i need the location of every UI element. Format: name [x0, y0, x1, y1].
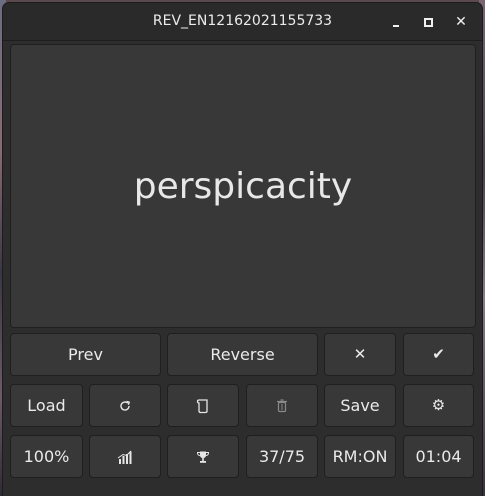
- cross-icon: ✕: [353, 345, 367, 363]
- minimize-button[interactable]: [384, 10, 408, 34]
- zoom-button[interactable]: 100%: [10, 435, 83, 478]
- trophy-icon: [196, 451, 210, 463]
- refresh-button[interactable]: [89, 384, 161, 427]
- progress-counter: 37/75: [258, 447, 306, 466]
- prev-button-label: Prev: [68, 345, 103, 364]
- timer-label: 01:04: [415, 447, 462, 466]
- minimize-icon: [393, 25, 399, 27]
- reverse-button[interactable]: Reverse: [167, 333, 318, 376]
- stats-button[interactable]: [89, 435, 161, 478]
- window-title: REV_EN12162021155733: [152, 13, 333, 29]
- check-icon: ✔: [432, 345, 445, 363]
- close-window-button[interactable]: ✕: [449, 10, 473, 34]
- refresh-icon: [120, 400, 131, 411]
- save-button-label: Save: [340, 396, 380, 415]
- scroll-button[interactable]: [167, 384, 239, 427]
- settings-button[interactable]: ⚙: [403, 384, 474, 427]
- timer-button[interactable]: 01:04: [403, 435, 474, 478]
- load-button-label: Load: [27, 396, 66, 415]
- flashcard-display[interactable]: perspicacity: [10, 44, 476, 328]
- maximize-button[interactable]: [416, 10, 440, 34]
- close-icon: ✕: [455, 14, 467, 30]
- review-mode-button[interactable]: RM:ON: [324, 435, 396, 478]
- flashcard-word: perspicacity: [133, 165, 353, 207]
- app-window: REV_EN12162021155733 ✕ perspicacity Prev…: [3, 3, 482, 496]
- prev-button[interactable]: Prev: [10, 333, 161, 376]
- mark-correct-button[interactable]: ✔: [403, 333, 474, 376]
- stats-icon: [117, 450, 132, 464]
- scroll-icon: [196, 398, 208, 413]
- reverse-button-label: Reverse: [210, 345, 275, 364]
- zoom-level: 100%: [23, 447, 70, 466]
- review-mode-label: RM:ON: [332, 447, 388, 466]
- progress-button[interactable]: 37/75: [246, 435, 318, 478]
- mark-wrong-button[interactable]: ✕: [324, 333, 396, 376]
- delete-button[interactable]: [246, 384, 318, 427]
- trophy-button[interactable]: [167, 435, 239, 478]
- save-button[interactable]: Save: [324, 384, 396, 427]
- trash-icon: [277, 398, 287, 412]
- maximize-icon: [424, 18, 433, 27]
- load-button[interactable]: Load: [10, 384, 83, 427]
- title-bar[interactable]: REV_EN12162021155733 ✕: [3, 3, 482, 41]
- gear-icon: ⚙: [431, 396, 446, 414]
